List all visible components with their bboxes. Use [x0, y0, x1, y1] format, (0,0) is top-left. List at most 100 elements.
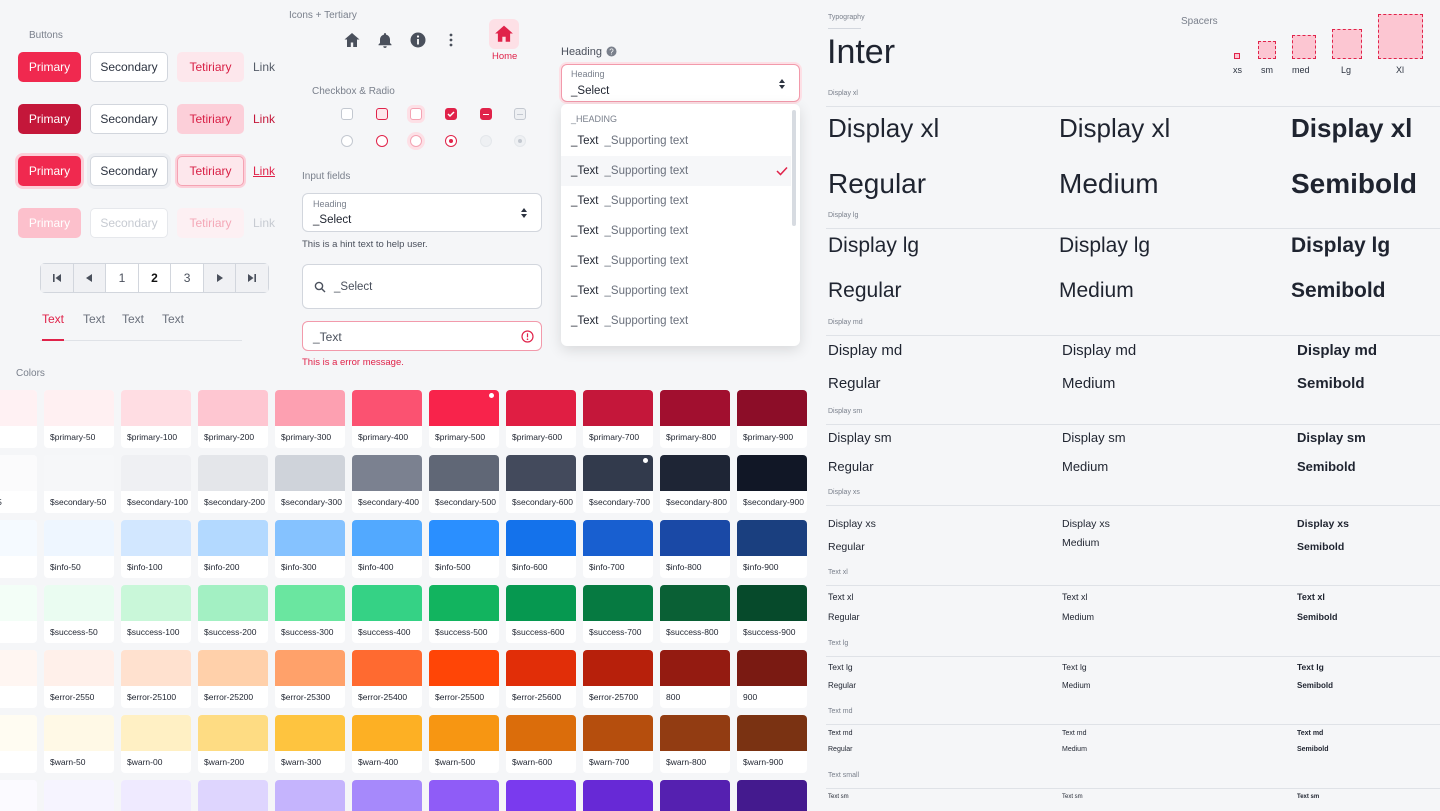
color-swatch[interactable]: $info-700 — [583, 520, 653, 578]
color-swatch[interactable]: $warn-400 — [352, 715, 422, 773]
color-swatch[interactable] — [198, 780, 268, 811]
color-swatch[interactable]: $error-25400 — [352, 650, 422, 708]
primary-button-focus[interactable]: Primary — [18, 156, 81, 186]
color-swatch[interactable]: $secondary-50 — [44, 455, 114, 513]
color-swatch[interactable]: $info-800 — [660, 520, 730, 578]
first-page-button[interactable] — [41, 264, 74, 292]
color-swatch[interactable]: $secondary-700 — [583, 455, 653, 513]
color-swatch[interactable]: 25 — [0, 650, 37, 708]
color-swatch[interactable] — [44, 780, 114, 811]
color-swatch[interactable]: 900 — [737, 650, 807, 708]
checkbox-indeterminate[interactable] — [480, 108, 492, 120]
color-swatch[interactable]: $primary-100 — [121, 390, 191, 448]
dropdown-option[interactable]: _Text _Supporting text — [561, 186, 791, 216]
color-swatch[interactable]: $success-200 — [198, 585, 268, 643]
color-swatch[interactable]: y-25 — [0, 390, 37, 448]
color-swatch[interactable]: $secondary-500 — [429, 455, 499, 513]
color-swatch[interactable]: 5 — [0, 520, 37, 578]
color-swatch[interactable]: $secondary-400 — [352, 455, 422, 513]
color-swatch[interactable]: $secondary-300 — [275, 455, 345, 513]
color-swatch[interactable] — [660, 780, 730, 811]
dropdown-option[interactable]: _Text _Supporting text — [561, 306, 791, 336]
dropdown-option[interactable]: _Text _Supporting text — [561, 156, 791, 186]
dropdown-option[interactable]: _Text _Supporting text — [561, 246, 791, 276]
color-swatch[interactable]: $primary-400 — [352, 390, 422, 448]
color-swatch[interactable]: 800 — [660, 650, 730, 708]
page-2[interactable]: 2 — [138, 264, 172, 292]
radio-default[interactable] — [341, 135, 353, 147]
tab-3[interactable]: Text — [122, 312, 144, 341]
color-swatch[interactable] — [0, 780, 37, 811]
color-swatch[interactable]: $success-100 — [121, 585, 191, 643]
color-swatch[interactable]: $success-700 — [583, 585, 653, 643]
color-swatch[interactable]: $error-25100 — [121, 650, 191, 708]
home-tertiary-button[interactable] — [489, 19, 519, 49]
color-swatch[interactable]: $info-400 — [352, 520, 422, 578]
color-swatch[interactable]: $primary-700 — [583, 390, 653, 448]
color-swatch[interactable]: $primary-800 — [660, 390, 730, 448]
color-swatch[interactable]: $warn-300 — [275, 715, 345, 773]
color-swatch[interactable]: $warn-200 — [198, 715, 268, 773]
select-field[interactable]: Heading _Select — [302, 193, 542, 232]
link-button-default[interactable]: Link — [253, 52, 283, 82]
dropdown-scrollbar[interactable] — [792, 110, 796, 226]
color-swatch[interactable] — [506, 780, 576, 811]
color-swatch[interactable]: $info-50 — [44, 520, 114, 578]
primary-button-hover[interactable]: Primary — [18, 104, 81, 134]
dropdown-option[interactable]: _Text _Supporting text — [561, 126, 791, 156]
color-swatch[interactable] — [737, 780, 807, 811]
color-swatch[interactable]: $info-100 — [121, 520, 191, 578]
page-3[interactable]: 3 — [171, 264, 204, 292]
color-swatch[interactable]: $error-25300 — [275, 650, 345, 708]
color-swatch[interactable]: $secondary-800 — [660, 455, 730, 513]
color-swatch[interactable] — [352, 780, 422, 811]
secondary-button-hover[interactable]: Secondary — [90, 104, 168, 134]
radio-checked[interactable] — [445, 135, 457, 147]
primary-button-default[interactable]: Primary — [18, 52, 81, 82]
error-input[interactable]: _Text — [302, 321, 542, 351]
more-vertical-icon[interactable] — [442, 31, 460, 49]
color-swatch[interactable]: $primary-50 — [44, 390, 114, 448]
tertiary-button-focus[interactable]: Tetiriary — [177, 156, 244, 186]
color-swatch[interactable]: $success-400 — [352, 585, 422, 643]
color-swatch[interactable]: 5 — [0, 715, 37, 773]
color-swatch[interactable]: $error-25500 — [429, 650, 499, 708]
home-icon[interactable] — [343, 31, 361, 49]
color-swatch[interactable]: $warn-00 — [121, 715, 191, 773]
tab-1[interactable]: Text — [42, 312, 65, 341]
radio-hover[interactable] — [376, 135, 388, 147]
radio-focus[interactable] — [410, 135, 422, 147]
color-swatch[interactable]: $primary-300 — [275, 390, 345, 448]
bell-icon[interactable] — [376, 31, 394, 49]
color-swatch[interactable]: $success-500 — [429, 585, 499, 643]
color-swatch[interactable]: $warn-700 — [583, 715, 653, 773]
search-input[interactable]: _Select — [302, 264, 542, 309]
color-swatch[interactable] — [121, 780, 191, 811]
color-swatch[interactable]: $info-300 — [275, 520, 345, 578]
tab-4[interactable]: Text — [162, 312, 184, 341]
checkbox-focus[interactable] — [410, 108, 422, 120]
checkbox-hover[interactable] — [376, 108, 388, 120]
color-swatch[interactable]: $info-900 — [737, 520, 807, 578]
color-swatch[interactable]: $warn-50 — [44, 715, 114, 773]
color-swatch[interactable]: $success-50 — [44, 585, 114, 643]
secondary-button-default[interactable]: Secondary — [90, 52, 168, 82]
dropdown-select[interactable]: Heading _Select — [561, 64, 800, 102]
color-swatch[interactable]: $warn-800 — [660, 715, 730, 773]
secondary-button-focus[interactable]: Secondary — [90, 156, 168, 186]
color-swatch[interactable]: $secondary-900 — [737, 455, 807, 513]
color-swatch[interactable]: $secondary-600 — [506, 455, 576, 513]
page-1[interactable]: 1 — [106, 264, 139, 292]
checkbox-default[interactable] — [341, 108, 353, 120]
color-swatch[interactable]: $success-800 — [660, 585, 730, 643]
color-swatch[interactable]: $success-300 — [275, 585, 345, 643]
color-swatch[interactable]: $primary-200 — [198, 390, 268, 448]
color-swatch[interactable] — [275, 780, 345, 811]
dropdown-option[interactable]: _Text _Supporting text — [561, 216, 791, 246]
color-swatch[interactable]: $warn-900 — [737, 715, 807, 773]
color-swatch[interactable]: $success-600 — [506, 585, 576, 643]
color-swatch[interactable]: $error-25700 — [583, 650, 653, 708]
tab-2[interactable]: Text — [83, 312, 105, 341]
color-swatch[interactable]: dary-25 — [0, 455, 37, 513]
color-swatch[interactable]: $info-200 — [198, 520, 268, 578]
